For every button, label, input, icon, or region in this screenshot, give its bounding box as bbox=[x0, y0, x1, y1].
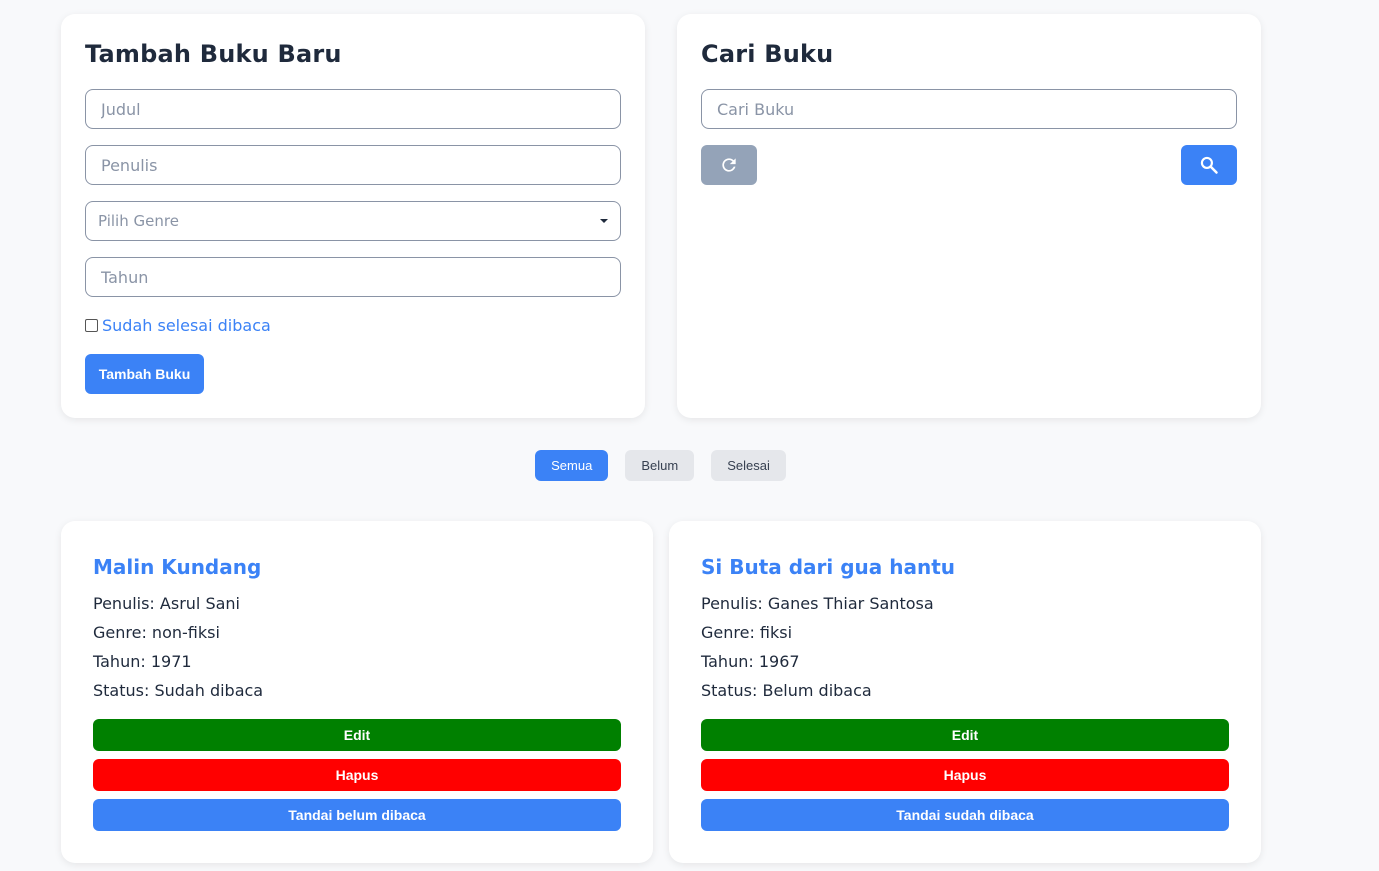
book-card: Malin Kundang Penulis: Asrul Sani Genre:… bbox=[61, 521, 653, 863]
add-book-title: Tambah Buku Baru bbox=[85, 40, 342, 68]
search-input[interactable] bbox=[717, 99, 1221, 119]
search-button[interactable] bbox=[1181, 145, 1237, 185]
book-status: Status: Belum dibaca bbox=[701, 681, 872, 700]
filter-bar: Semua Belum Selesai bbox=[0, 450, 1321, 481]
tahun-input[interactable] bbox=[101, 267, 605, 287]
search-title: Cari Buku bbox=[701, 40, 834, 68]
delete-button[interactable]: Hapus bbox=[93, 759, 621, 791]
book-author: Penulis: Asrul Sani bbox=[93, 594, 240, 613]
finished-checkbox-label[interactable]: Sudah selesai dibaca bbox=[102, 316, 271, 335]
book-title: Si Buta dari gua hantu bbox=[701, 555, 956, 579]
book-genre: Genre: non-fiksi bbox=[93, 623, 220, 642]
genre-select[interactable]: Pilih Genre bbox=[85, 201, 621, 241]
filter-selesai[interactable]: Selesai bbox=[711, 450, 786, 481]
finished-checkbox-row[interactable]: Sudah selesai dibaca bbox=[85, 316, 271, 335]
book-author: Penulis: Ganes Thiar Santosa bbox=[701, 594, 934, 613]
delete-button[interactable]: Hapus bbox=[701, 759, 1229, 791]
book-status: Status: Sudah dibaca bbox=[93, 681, 264, 700]
search-field[interactable] bbox=[701, 89, 1237, 129]
book-genre: Genre: fiksi bbox=[701, 623, 793, 642]
tahun-field[interactable] bbox=[85, 257, 621, 297]
genre-select-value: Pilih Genre bbox=[98, 212, 179, 230]
book-year: Tahun: 1971 bbox=[93, 652, 192, 671]
reset-button[interactable] bbox=[701, 145, 757, 185]
toggle-read-button[interactable]: Tandai sudah dibaca bbox=[701, 799, 1229, 831]
edit-button[interactable]: Edit bbox=[93, 719, 621, 751]
penulis-field[interactable] bbox=[85, 145, 621, 185]
search-card: Cari Buku bbox=[677, 14, 1261, 418]
search-icon bbox=[1200, 156, 1218, 174]
penulis-input[interactable] bbox=[101, 155, 605, 175]
add-book-card: Tambah Buku Baru Pilih Genre Sudah seles… bbox=[61, 14, 645, 418]
judul-input[interactable] bbox=[101, 99, 605, 119]
book-card: Si Buta dari gua hantu Penulis: Ganes Th… bbox=[669, 521, 1261, 863]
edit-button[interactable]: Edit bbox=[701, 719, 1229, 751]
add-book-button[interactable]: Tambah Buku bbox=[85, 354, 204, 394]
refresh-icon bbox=[722, 158, 736, 172]
judul-field[interactable] bbox=[85, 89, 621, 129]
filter-belum[interactable]: Belum bbox=[625, 450, 695, 481]
toggle-read-button[interactable]: Tandai belum dibaca bbox=[93, 799, 621, 831]
book-year: Tahun: 1967 bbox=[701, 652, 800, 671]
caret-down-icon bbox=[600, 219, 608, 223]
filter-semua[interactable]: Semua bbox=[535, 450, 609, 481]
book-title: Malin Kundang bbox=[93, 555, 262, 579]
finished-checkbox[interactable] bbox=[85, 319, 98, 332]
